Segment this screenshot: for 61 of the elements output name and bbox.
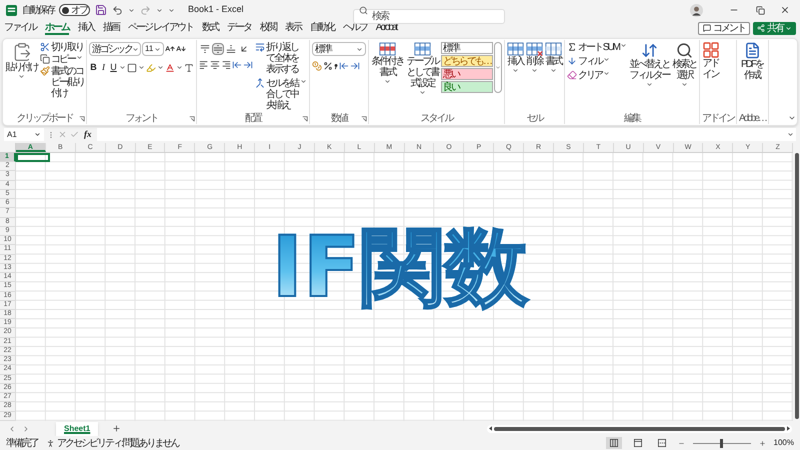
group-label: クリップボード: [16, 112, 72, 124]
format-painter-button[interactable]: 書式のコピー/貼り付け: [40, 66, 84, 99]
format-as-table-button[interactable]: テーブルとして書式設定: [406, 42, 439, 96]
create-pdf-button[interactable]: PDFを作成: [739, 42, 765, 81]
group-label: スタイル: [420, 112, 452, 124]
name-box[interactable]: A1: [4, 128, 44, 141]
group-label: 編集: [624, 112, 640, 124]
bold-button[interactable]: B: [89, 61, 98, 74]
menu-tab[interactable]: 数式: [202, 21, 218, 35]
italic-button[interactable]: I: [99, 61, 108, 74]
clear-button[interactable]: クリア: [567, 70, 627, 81]
merge-center-button[interactable]: セルを結合して中央揃え: [255, 78, 307, 111]
group-label: Adobe…: [739, 112, 766, 124]
autosave-label: 自動保存: [22, 4, 54, 16]
cell-style-swatch[interactable]: 標準: [441, 42, 493, 54]
format-cells-button[interactable]: 書式: [545, 42, 562, 74]
wrap-text-button[interactable]: 折り返して全体を表示する: [255, 42, 307, 75]
paste-button[interactable]: 貼り付け: [5, 42, 38, 80]
group-label: フォント: [126, 112, 158, 124]
number-format-dropdown[interactable]: 標準: [312, 42, 366, 56]
delete-cells-button[interactable]: 削除: [526, 42, 543, 74]
conditional-format-button[interactable]: 条件付き書式: [371, 42, 404, 85]
fill-button[interactable]: フィル: [567, 56, 627, 67]
menu-tab[interactable]: 描画: [103, 21, 119, 35]
search-field[interactable]: 検索: [353, 8, 505, 24]
add-ins-button[interactable]: アドイン: [702, 42, 719, 80]
group-label: セル: [526, 112, 542, 124]
menu-tab[interactable]: ヘルプ: [342, 21, 367, 35]
insert-cells-button[interactable]: 挿入: [507, 42, 524, 74]
cell-style-swatch[interactable]: 悪い: [441, 68, 493, 80]
font-size-dropdown[interactable]: 11: [142, 42, 164, 56]
menu-tab[interactable]: ホーム: [45, 21, 69, 35]
menu-tab[interactable]: 表示: [284, 21, 301, 35]
accessibility-button[interactable]: アクセシビリティ: 問題ありません: [46, 438, 179, 448]
menu-tab[interactable]: Acrobat: [376, 21, 396, 35]
menu-tab[interactable]: 挿入: [78, 21, 94, 35]
menu-tab[interactable]: ページ レイアウト: [128, 21, 193, 35]
underline-button[interactable]: U: [109, 61, 118, 74]
menu-tab[interactable]: データ: [226, 21, 251, 35]
find-select-button[interactable]: 検索と選択: [672, 42, 697, 88]
group-label: 数値: [331, 112, 347, 124]
cell-style-swatch[interactable]: どちらでも…: [441, 55, 493, 67]
group-label: 配置: [245, 112, 261, 124]
sort-filter-button[interactable]: 並べ替えとフィルター: [629, 42, 670, 88]
menu-tab[interactable]: ファイル: [4, 21, 36, 35]
group-label: アドイン: [702, 112, 734, 124]
menu-tab[interactable]: 校閲: [260, 21, 276, 35]
copy-button[interactable]: コピー: [40, 54, 84, 65]
cell-style-swatch[interactable]: 良い: [441, 81, 493, 93]
status-text: 準備完了: [6, 438, 38, 448]
menu-tab[interactable]: 自動化: [310, 21, 334, 35]
cut-button[interactable]: 切り取り: [40, 42, 84, 53]
zoom-level: 100%: [774, 437, 794, 449]
font-name-dropdown[interactable]: 游ゴシック: [89, 42, 141, 56]
share-button[interactable]: 共有: [753, 22, 796, 34]
window-title: Book1 - Excel: [188, 3, 245, 16]
insert-function-button[interactable]: fx: [82, 128, 94, 142]
autosum-button[interactable]: オート SUM: [567, 42, 627, 53]
autosave-toggle[interactable]: オフ: [59, 4, 90, 16]
comment-button[interactable]: コメント: [698, 22, 750, 34]
sheet-tab[interactable]: Sheet1: [56, 422, 98, 436]
